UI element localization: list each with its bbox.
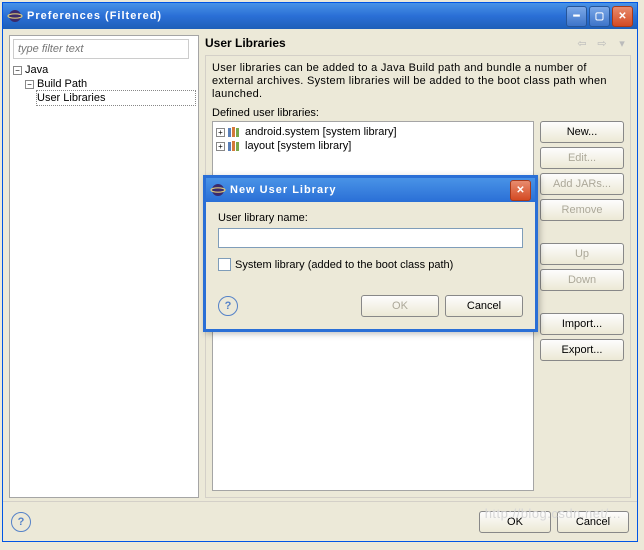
help-icon[interactable]: ? xyxy=(11,512,31,532)
help-icon[interactable]: ? xyxy=(218,296,238,316)
filter-input[interactable] xyxy=(13,39,189,59)
content-header: User Libraries ⇦ ⇨ ▾ xyxy=(205,35,631,51)
tree-node-build-path[interactable]: − Build Path xyxy=(25,77,195,91)
side-buttons: New... Edit... Add JARs... Remove Up Dow… xyxy=(540,121,624,491)
tree-node-java[interactable]: − Java xyxy=(13,63,195,77)
edit-button: Edit... xyxy=(540,147,624,169)
checkbox-icon[interactable] xyxy=(218,258,231,271)
maximize-button[interactable]: ▢ xyxy=(589,6,610,27)
list-item-label: android.system [system library] xyxy=(245,126,397,138)
forward-icon[interactable]: ⇨ xyxy=(593,35,611,51)
library-icon xyxy=(228,141,242,152)
add-jars-button: Add JARs... xyxy=(540,173,624,195)
up-button: Up xyxy=(540,243,624,265)
close-button[interactable]: ✕ xyxy=(612,6,633,27)
description-text: User libraries can be added to a Java Bu… xyxy=(212,62,624,101)
dialog-body: User library name: System library (added… xyxy=(206,202,535,329)
tree-label: Java xyxy=(25,64,48,76)
defined-label: Defined user libraries: xyxy=(212,107,624,119)
dialog-close-button[interactable]: ✕ xyxy=(510,180,531,201)
back-icon[interactable]: ⇦ xyxy=(573,35,591,51)
library-icon xyxy=(228,127,242,138)
eclipse-icon xyxy=(210,182,226,198)
collapse-icon[interactable]: − xyxy=(25,80,34,89)
export-button[interactable]: Export... xyxy=(540,339,624,361)
preferences-window: Preferences (Filtered) ━ ▢ ✕ − Java − Bu… xyxy=(2,2,638,542)
nav-arrows: ⇦ ⇨ ▾ xyxy=(573,35,631,51)
main-titlebar[interactable]: Preferences (Filtered) ━ ▢ ✕ xyxy=(3,3,637,29)
import-button[interactable]: Import... xyxy=(540,313,624,335)
tree-label: User Libraries xyxy=(37,92,105,104)
tree-node-user-libraries[interactable]: User Libraries xyxy=(37,91,195,105)
minimize-button[interactable]: ━ xyxy=(566,6,587,27)
list-item[interactable]: + layout [system library] xyxy=(216,139,530,153)
collapse-icon[interactable]: − xyxy=(13,66,22,75)
eclipse-icon xyxy=(7,8,23,24)
footer: ? OK Cancel xyxy=(3,501,637,541)
name-label: User library name: xyxy=(218,212,523,224)
system-library-check[interactable]: System library (added to the boot class … xyxy=(218,258,523,271)
list-item[interactable]: + android.system [system library] xyxy=(216,125,530,139)
expand-icon[interactable]: + xyxy=(216,128,225,137)
ok-button[interactable]: OK xyxy=(479,511,551,533)
dialog-titlebar[interactable]: New User Library ✕ xyxy=(206,178,535,202)
tree-label: Build Path xyxy=(37,78,87,90)
library-name-input[interactable] xyxy=(218,228,523,248)
dialog-cancel-button[interactable]: Cancel xyxy=(445,295,523,317)
window-title: Preferences (Filtered) xyxy=(27,10,564,22)
list-item-label: layout [system library] xyxy=(245,140,351,152)
dialog-footer: ? OK Cancel xyxy=(218,295,523,317)
expand-icon[interactable]: + xyxy=(216,142,225,151)
cancel-button[interactable]: Cancel xyxy=(557,511,629,533)
dropdown-icon[interactable]: ▾ xyxy=(613,35,631,51)
sidebar: − Java − Build Path User Libraries xyxy=(9,35,199,498)
page-title: User Libraries xyxy=(205,36,286,50)
checkbox-label: System library (added to the boot class … xyxy=(235,259,453,271)
remove-button: Remove xyxy=(540,199,624,221)
dialog-title: New User Library xyxy=(230,184,508,196)
dialog-ok-button: OK xyxy=(361,295,439,317)
new-button[interactable]: New... xyxy=(540,121,624,143)
new-user-library-dialog: New User Library ✕ User library name: Sy… xyxy=(203,175,538,332)
down-button: Down xyxy=(540,269,624,291)
